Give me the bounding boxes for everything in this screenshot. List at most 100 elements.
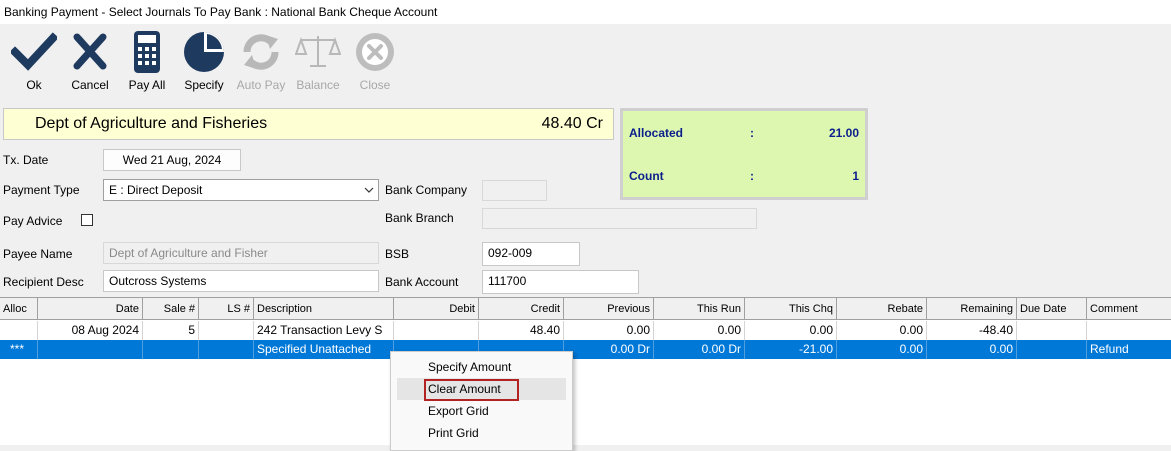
cell-remaining: -48.40: [927, 321, 1017, 340]
bank-account-field[interactable]: 111700: [482, 270, 639, 294]
cell-rebate: 0.00: [837, 340, 927, 359]
menu-item-print-grid[interactable]: Print Grid: [397, 422, 566, 444]
menu-item-clear-amount[interactable]: Clear Amount: [397, 378, 566, 401]
column-header-alloc[interactable]: Alloc: [0, 298, 38, 319]
payment-type-select[interactable]: E : Direct Deposit: [103, 179, 379, 201]
count-label: Count: [629, 169, 664, 183]
ok-button[interactable]: Ok: [6, 30, 62, 94]
tx-date-label: Tx. Date: [3, 153, 49, 167]
column-header-credit[interactable]: Credit: [479, 298, 564, 319]
balance-label: Balance: [296, 78, 340, 92]
grid-header: Alloc Date Sale # LS # Description Debit…: [0, 298, 1171, 320]
pay-advice-checkbox[interactable]: [81, 214, 93, 226]
cell-date: 08 Aug 2024: [38, 321, 143, 340]
payment-type-label: Payment Type: [3, 183, 80, 197]
close-label: Close: [359, 78, 391, 92]
calculator-icon: [134, 31, 160, 73]
scales-icon: [295, 36, 341, 67]
column-header-ls[interactable]: LS #: [199, 298, 254, 319]
payee-name-label: Payee Name: [3, 247, 73, 261]
column-header-comment[interactable]: Comment: [1087, 298, 1171, 319]
cell-comment: [1087, 321, 1171, 340]
column-header-this-run[interactable]: This Run: [654, 298, 745, 319]
bank-company-label: Bank Company: [385, 183, 468, 197]
column-header-sale[interactable]: Sale #: [143, 298, 199, 319]
specify-label: Specify: [184, 78, 224, 92]
cell-credit: 48.40: [479, 321, 564, 340]
cell-this-chq: -21.00: [745, 340, 837, 359]
close-button[interactable]: Close: [347, 30, 403, 94]
ok-label: Ok: [26, 78, 42, 92]
cell-description: Specified Unattached: [254, 340, 394, 359]
cell-debit: [394, 321, 479, 340]
cell-sale: 5: [143, 321, 199, 340]
bank-branch-label: Bank Branch: [385, 211, 454, 225]
payee-banner-amount: 48.40 Cr: [541, 115, 603, 132]
cell-due-date: [1017, 321, 1087, 340]
specify-button[interactable]: Specify: [176, 30, 232, 94]
journals-grid[interactable]: Alloc Date Sale # LS # Description Debit…: [0, 297, 1171, 445]
cell-sale: [143, 340, 199, 359]
cell-remaining: 0.00: [927, 340, 1017, 359]
checkmark-icon: [11, 32, 57, 71]
column-header-rebate[interactable]: Rebate: [837, 298, 927, 319]
column-header-remaining[interactable]: Remaining: [927, 298, 1017, 319]
bsb-field[interactable]: 092-009: [482, 242, 580, 266]
bsb-label: BSB: [385, 247, 410, 261]
highlight-box: [424, 379, 519, 401]
cell-comment: Refund: [1090, 342, 1129, 356]
bank-company-field[interactable]: [482, 180, 547, 201]
allocation-summary: Allocated : 21.00 Count : 1: [620, 108, 868, 200]
recipient-desc-label: Recipient Desc: [3, 275, 84, 289]
column-header-description[interactable]: Description: [254, 298, 394, 319]
recipient-desc-field[interactable]: Outcross Systems: [103, 270, 379, 292]
tx-date-field[interactable]: Wed 21 Aug, 2024: [103, 149, 241, 171]
auto-pay-label: Auto Pay: [236, 78, 286, 92]
payee-banner: Dept of Agriculture and Fisheries 48.40 …: [3, 108, 614, 140]
pay-all-button[interactable]: Pay All: [119, 30, 175, 94]
column-header-due-date[interactable]: Due Date: [1017, 298, 1087, 319]
cancel-button[interactable]: Cancel: [62, 30, 118, 94]
payee-banner-name: Dept of Agriculture and Fisheries: [35, 115, 268, 132]
cell-this-chq: 0.00: [745, 321, 837, 340]
count-separator: :: [750, 169, 754, 183]
menu-item-specify-amount[interactable]: Specify Amount: [397, 356, 566, 378]
balance-button[interactable]: Balance: [290, 30, 346, 94]
pay-all-label: Pay All: [128, 78, 166, 92]
close-circle-icon: [356, 33, 394, 71]
auto-pay-button[interactable]: Auto Pay: [233, 30, 289, 94]
cell-this-run: 0.00: [654, 321, 745, 340]
cell-ls: [199, 340, 254, 359]
cross-icon: [73, 33, 107, 70]
window-title: Banking Payment - Select Journals To Pay…: [0, 0, 1171, 24]
pay-advice-label: Pay Advice: [3, 214, 63, 228]
cell-this-run: 0.00 Dr: [654, 340, 745, 359]
cell-alloc: ***: [0, 340, 38, 359]
payee-name-field[interactable]: Dept of Agriculture and Fisher: [103, 242, 379, 264]
column-header-date[interactable]: Date: [38, 298, 143, 319]
refresh-icon: [243, 34, 279, 70]
bank-branch-field[interactable]: [482, 208, 757, 229]
cell-date: [38, 340, 143, 359]
column-header-debit[interactable]: Debit: [394, 298, 479, 319]
table-row-selected[interactable]: *** Specified Unattached 0.00 Dr 0.00 Dr…: [0, 340, 1171, 359]
chevron-down-icon: [364, 180, 374, 206]
pie-chart-icon: [184, 32, 224, 72]
cell-previous: 0.00 Dr: [564, 340, 654, 359]
cell-rebate: 0.00: [837, 321, 927, 340]
allocated-label: Allocated: [629, 126, 684, 140]
cell-ls: [199, 321, 254, 340]
column-header-previous[interactable]: Previous: [564, 298, 654, 319]
context-menu: Specify Amount Clear Amount Export Grid …: [390, 351, 573, 451]
menu-item-export-grid[interactable]: Export Grid: [397, 400, 566, 422]
column-header-this-chq[interactable]: This Chq: [745, 298, 837, 319]
table-row[interactable]: 08 Aug 2024 5 242 Transaction Levy S 48.…: [0, 321, 1171, 340]
allocated-separator: :: [750, 126, 754, 140]
cell-description: 242 Transaction Levy S: [254, 321, 394, 340]
cancel-label: Cancel: [71, 78, 109, 92]
count-value: 1: [852, 169, 859, 183]
cell-alloc: [0, 321, 38, 340]
payment-type-value: E : Direct Deposit: [109, 183, 203, 197]
bank-account-label: Bank Account: [385, 275, 459, 289]
allocated-value: 21.00: [828, 126, 859, 140]
